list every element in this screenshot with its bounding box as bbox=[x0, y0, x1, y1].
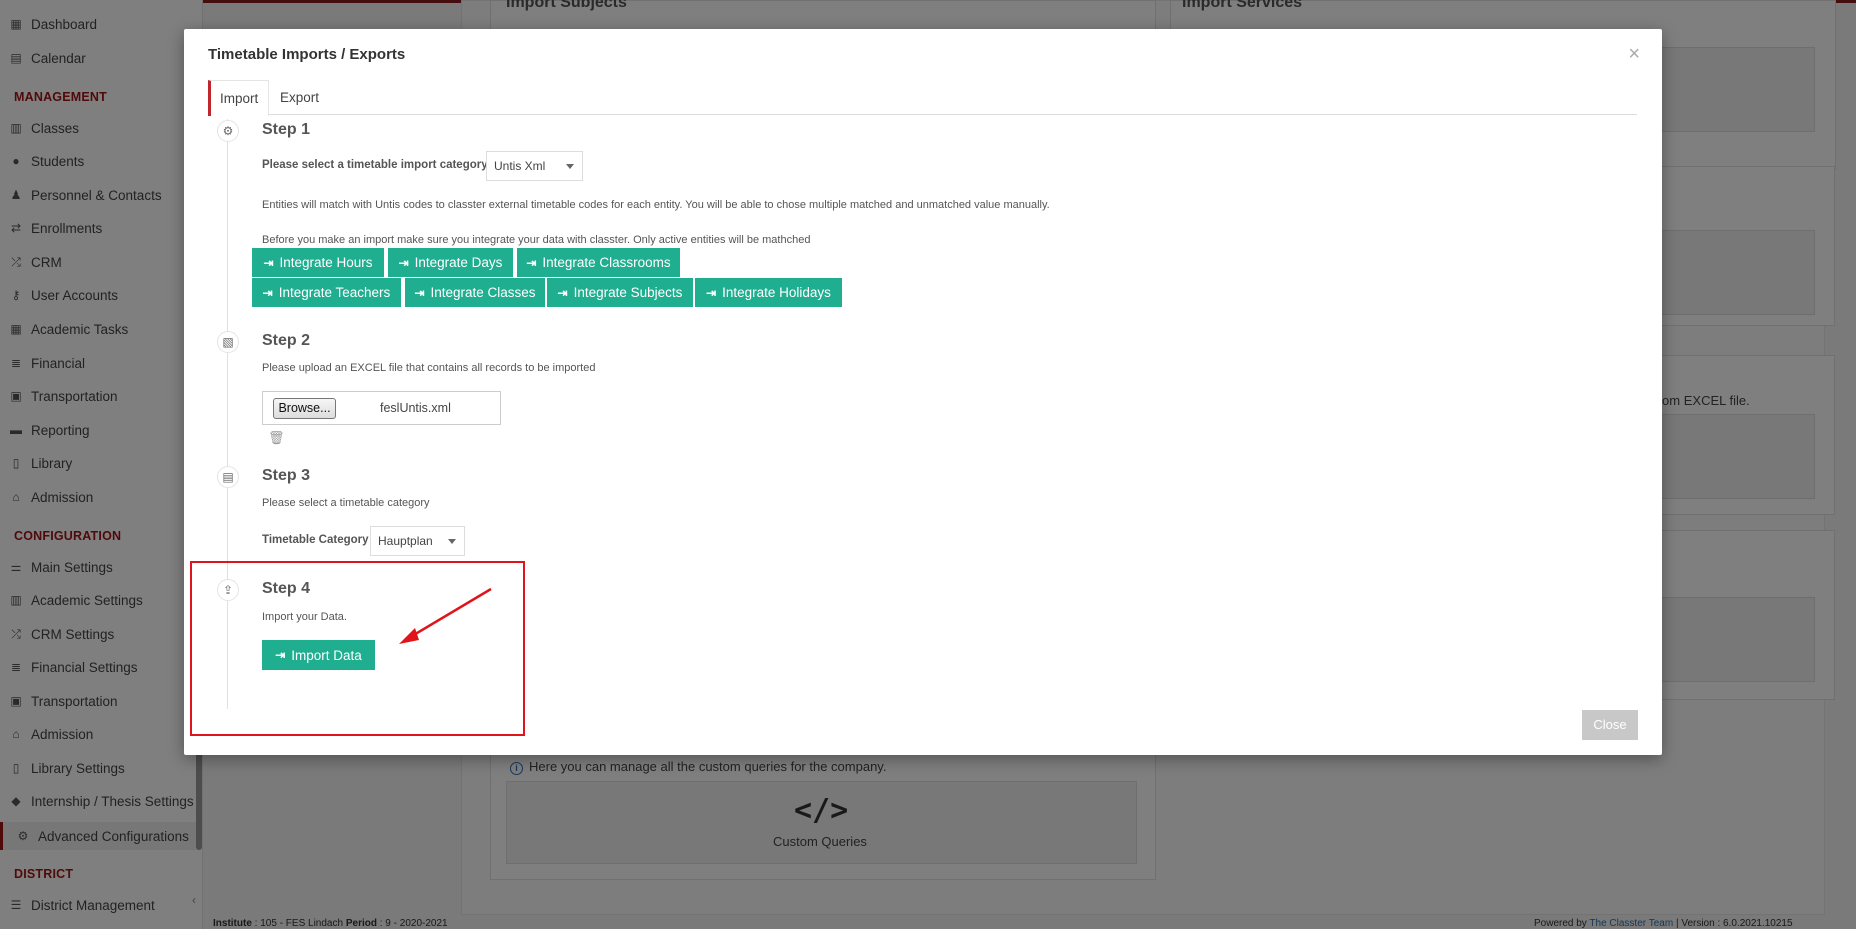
integrate-subjects-button[interactable]: ⇥ Integrate Subjects bbox=[547, 278, 693, 307]
step1-title: Step 1 bbox=[262, 121, 311, 138]
integrate-hours-button[interactable]: ⇥ Integrate Hours bbox=[252, 248, 384, 277]
timetable-category-label: Timetable Category bbox=[262, 534, 369, 546]
tab-export[interactable]: Export bbox=[270, 80, 329, 115]
sign-in-icon: ⇥ bbox=[526, 255, 537, 270]
browse-button[interactable]: Browse... bbox=[273, 398, 336, 419]
chevron-down-icon bbox=[566, 164, 574, 169]
integrate-days-button[interactable]: ⇥ Integrate Days bbox=[388, 248, 513, 277]
file-excel-icon: ▧ bbox=[217, 331, 239, 353]
timetable-category-select[interactable]: Hauptplan bbox=[370, 526, 465, 556]
step3-title: Step 3 bbox=[262, 467, 311, 484]
sign-in-icon: ⇥ bbox=[414, 285, 425, 300]
annotation-arrow bbox=[399, 587, 492, 644]
integrate-teachers-button[interactable]: ⇥ Integrate Teachers bbox=[252, 278, 401, 307]
integrate-classrooms-button[interactable]: ⇥ Integrate Classrooms bbox=[517, 248, 680, 277]
sign-in-icon: ⇥ bbox=[706, 285, 717, 300]
import-category-select[interactable]: Untis Xml bbox=[486, 151, 583, 181]
tab-import[interactable]: Import bbox=[208, 80, 270, 116]
chevron-down-icon bbox=[448, 539, 456, 544]
sign-in-icon: ⇥ bbox=[557, 285, 568, 300]
integrate-holidays-button[interactable]: ⇥ Integrate Holidays bbox=[695, 278, 842, 307]
modal-tabs: Import Export bbox=[208, 80, 1637, 116]
step1-info-matching: Entities will match with Untis codes to … bbox=[262, 199, 1050, 211]
sign-in-icon: ⇥ bbox=[398, 255, 409, 270]
step2-text: Please upload an EXCEL file that contain… bbox=[262, 362, 596, 374]
step3-text: Please select a timetable category bbox=[262, 497, 430, 509]
sign-in-icon: ⇥ bbox=[263, 255, 274, 270]
modal-title: Timetable Imports / Exports bbox=[208, 46, 406, 63]
sign-in-icon: ⇥ bbox=[262, 285, 273, 300]
step1-info-integrate: Before you make an import make sure you … bbox=[262, 234, 811, 246]
file-upload-input[interactable]: Browse... feslUntis.xml bbox=[262, 391, 501, 425]
close-button[interactable]: Close bbox=[1582, 710, 1638, 740]
timetable-category-value: Hauptplan bbox=[378, 534, 433, 548]
trash-icon[interactable]: 🗑 bbox=[268, 430, 285, 446]
step1-category-label: Please select a timetable import categor… bbox=[262, 159, 488, 171]
calendar-icon: ▤ bbox=[217, 466, 239, 488]
close-icon[interactable]: × bbox=[1628, 43, 1640, 66]
gears-icon: ⚙ bbox=[217, 120, 239, 142]
selected-file-name: feslUntis.xml bbox=[380, 401, 451, 415]
import-category-value: Untis Xml bbox=[494, 159, 546, 173]
integrate-classes-button[interactable]: ⇥ Integrate Classes bbox=[405, 278, 545, 307]
step2-title: Step 2 bbox=[262, 332, 311, 349]
